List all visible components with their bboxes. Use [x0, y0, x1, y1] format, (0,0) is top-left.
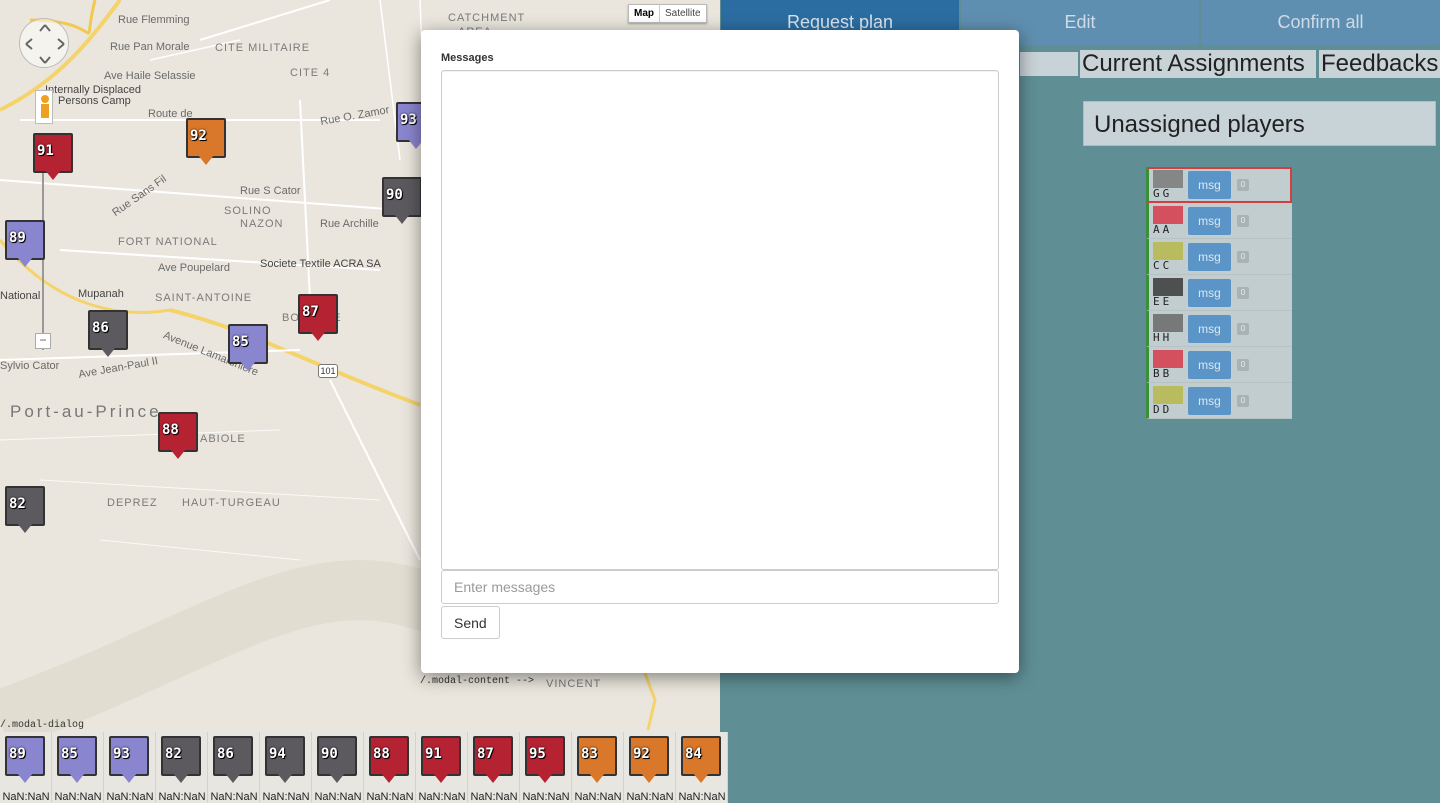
- send-button[interactable]: Send: [441, 606, 500, 639]
- modal-title: Messages: [441, 52, 494, 64]
- message-input[interactable]: [441, 570, 999, 604]
- messages-log[interactable]: [441, 70, 999, 570]
- messages-modal: Messages Send: [421, 30, 1019, 673]
